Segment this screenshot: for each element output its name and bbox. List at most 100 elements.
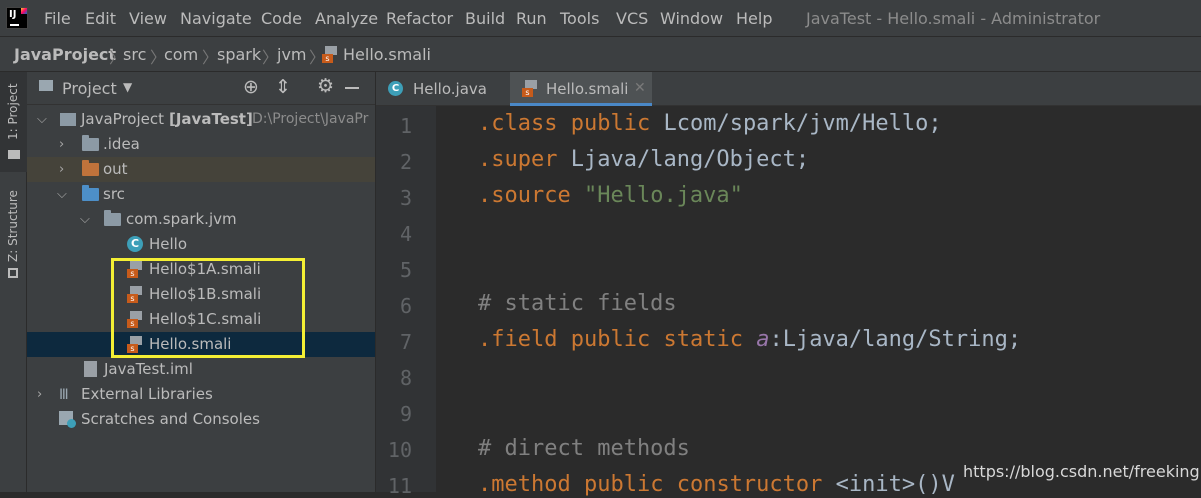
module-folder-icon: [60, 113, 76, 126]
scratches-badge-icon: [67, 419, 76, 428]
tree-item-scratches[interactable]: Scratches and Consoles: [27, 407, 375, 432]
menu-bar: IJ File Edit View Navigate Code Analyze …: [0, 0, 1201, 36]
structure-icon: [8, 268, 18, 278]
crumb-project[interactable]: JavaProject: [14, 45, 116, 64]
menu-window[interactable]: Window: [660, 9, 723, 28]
chevron-right-icon[interactable]: ›: [37, 387, 42, 402]
code-line-1[interactable]: .class public Lcom/spark/jvm/Hello;: [478, 111, 942, 136]
tree-item-iml[interactable]: JavaTest.iml: [27, 357, 375, 382]
tree-item-package[interactable]: ⌵ com.spark.jvm: [27, 207, 375, 232]
menu-navigate[interactable]: Navigate: [180, 9, 252, 28]
panel-title[interactable]: Project: [62, 79, 117, 98]
crumb-spark[interactable]: spark: [217, 45, 261, 64]
line-number: 8: [399, 366, 412, 390]
excluded-folder-icon: [82, 160, 99, 176]
tree-item-out[interactable]: › out: [27, 157, 375, 182]
folder-icon: [82, 135, 99, 151]
line-number: 4: [399, 222, 412, 246]
idea-label: .idea: [103, 135, 140, 153]
project-view-icon: [39, 80, 53, 91]
menu-edit[interactable]: Edit: [85, 9, 116, 28]
window-title: JavaTest - Hello.smali - Administrator: [806, 9, 1101, 28]
tree-item-idea[interactable]: › .idea: [27, 132, 375, 157]
menu-help[interactable]: Help: [736, 9, 772, 28]
smali-file-icon: s: [322, 46, 338, 63]
line-number: 2: [399, 150, 412, 174]
chevron-down-icon[interactable]: ⌵: [37, 112, 47, 127]
code-line-10[interactable]: # direct methods: [478, 436, 690, 461]
watermark: https://blog.csdn.net/freeking101: [963, 462, 1201, 481]
structure-tool-label: Z: Structure: [6, 190, 20, 262]
java-class-icon: C: [127, 236, 143, 252]
chevron-down-icon[interactable]: ⌵: [80, 212, 90, 227]
line-number: 9: [399, 402, 412, 426]
crumb-src[interactable]: src: [123, 45, 146, 64]
src-label: src: [103, 185, 125, 203]
tree-root[interactable]: ⌵ JavaProject [JavaTest] D:\Project\Java…: [27, 107, 375, 132]
code-line-6[interactable]: # static fields: [478, 291, 677, 316]
iml-label: JavaTest.iml: [104, 360, 193, 378]
root-module: [JavaTest]: [169, 110, 253, 128]
project-panel-header: Project ▼ ⊕ ⇕ ⚙: [27, 72, 375, 105]
code-line-3[interactable]: .source "Hello.java": [478, 183, 743, 208]
scratches-label: Scratches and Consoles: [81, 410, 260, 428]
locate-icon[interactable]: ⊕: [243, 76, 259, 98]
tab-label: Hello.smali: [546, 80, 629, 98]
tab-hello-java[interactable]: C Hello.java: [376, 72, 510, 106]
intellij-logo-icon: IJ: [6, 7, 28, 29]
menu-run[interactable]: Run: [516, 9, 547, 28]
ext-libs-label: External Libraries: [81, 385, 213, 403]
package-icon: [104, 210, 121, 226]
hello-label: Hello: [149, 235, 188, 253]
smali-file-icon: s: [522, 80, 538, 97]
crumb-file[interactable]: Hello.smali: [343, 45, 431, 64]
package-label: com.spark.jvm: [126, 210, 237, 228]
tree-item-external-libraries[interactable]: › Ⅲ External Libraries: [27, 382, 375, 407]
code-line-7[interactable]: .field public static a:Ljava/lang/String…: [478, 327, 1021, 352]
tree-item-hello[interactable]: C Hello: [27, 232, 375, 257]
breadcrumb: JavaProject 〉 src 〉 com 〉 spark 〉 jvm 〉 …: [0, 36, 1201, 72]
dropdown-arrow-icon[interactable]: ▼: [123, 80, 132, 94]
chevron-right-icon[interactable]: ›: [59, 162, 64, 177]
line-number: 7: [399, 330, 412, 354]
close-icon[interactable]: ✕: [634, 80, 646, 96]
hide-icon[interactable]: [345, 87, 359, 89]
chevron-right-icon: 〉: [202, 48, 219, 67]
menu-build[interactable]: Build: [465, 9, 505, 28]
menu-view[interactable]: View: [129, 9, 167, 28]
library-icon: Ⅲ: [59, 387, 69, 403]
tab-label: Hello.java: [413, 80, 487, 98]
root-path: D:\Project\JavaPr: [252, 111, 369, 127]
tab-hello-smali[interactable]: s Hello.smali ✕: [510, 72, 652, 106]
structure-tool-button[interactable]: Z: Structure: [0, 182, 27, 282]
menu-tools[interactable]: Tools: [560, 9, 599, 28]
collapse-all-icon[interactable]: ⇕: [275, 76, 291, 98]
out-label: out: [103, 160, 128, 178]
menu-file[interactable]: File: [44, 9, 71, 28]
code-line-11[interactable]: .method public constructor <init>()V: [478, 472, 955, 497]
code-line-2[interactable]: .super Ljava/lang/Object;: [478, 147, 809, 172]
highlight-box: [111, 258, 305, 358]
chevron-down-icon[interactable]: ⌵: [57, 187, 67, 202]
iml-file-icon: [84, 361, 97, 377]
root-name: JavaProject: [81, 110, 165, 128]
line-number: 1: [399, 114, 412, 138]
line-number: 6: [399, 294, 412, 318]
crumb-com[interactable]: com: [164, 45, 198, 64]
menu-code[interactable]: Code: [261, 9, 302, 28]
menu-analyze[interactable]: Analyze: [315, 9, 378, 28]
editor-tab-bar: C Hello.java s Hello.smali ✕: [376, 72, 1201, 106]
project-tool-button[interactable]: 1: Project: [0, 72, 27, 172]
project-panel: Project ▼ ⊕ ⇕ ⚙ ⌵ JavaProject [JavaTest]…: [27, 72, 376, 492]
tree-item-src[interactable]: ⌵ src: [27, 182, 375, 207]
crumb-jvm[interactable]: jvm: [277, 45, 307, 64]
gear-icon[interactable]: ⚙: [317, 75, 334, 97]
active-tab-indicator: [510, 103, 652, 106]
menu-refactor[interactable]: Refactor: [386, 9, 453, 28]
line-number: 5: [399, 258, 412, 282]
line-number: 10: [387, 438, 412, 462]
source-folder-icon: [82, 185, 99, 201]
menu-vcs[interactable]: VCS: [616, 9, 648, 28]
chevron-right-icon[interactable]: ›: [59, 137, 64, 152]
folder-icon: [8, 150, 20, 159]
